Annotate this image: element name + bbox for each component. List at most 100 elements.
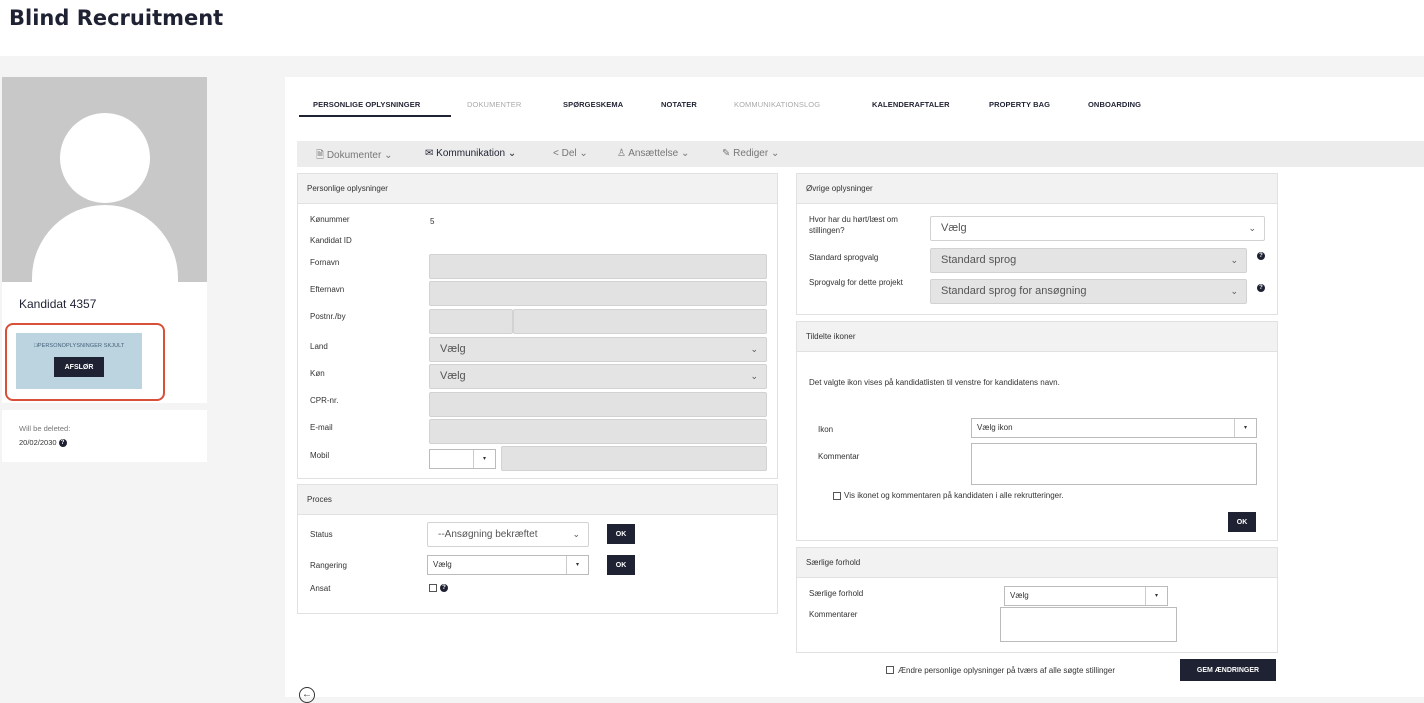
help-icon[interactable]: ? bbox=[1257, 252, 1265, 260]
share-menu[interactable]: < Del ⌄ bbox=[553, 148, 588, 159]
avatar-body bbox=[32, 205, 178, 282]
top-bar: Blind Recruitment bbox=[0, 0, 1424, 56]
main-panel: PERSONLIGE OPLYSNINGER DOKUMENTER SPØRGE… bbox=[285, 77, 1424, 703]
comments-label: Kommentarer bbox=[809, 610, 858, 619]
personal-info-panel: Personlige oplysninger Kønummer 5 Kandid… bbox=[297, 173, 778, 479]
avatar bbox=[2, 77, 207, 282]
status-ok-button[interactable]: OK bbox=[607, 524, 635, 544]
icons-ok-button[interactable]: OK bbox=[1228, 512, 1256, 532]
mobile-country-code-select[interactable]: ▾ bbox=[429, 449, 496, 469]
tab-property-bag[interactable]: PROPERTY BAG bbox=[989, 100, 1050, 109]
chevron-down-icon: ⌄ bbox=[579, 148, 588, 159]
email-field[interactable] bbox=[429, 419, 767, 444]
comment-label: Kommentar bbox=[818, 452, 860, 461]
firstname-label: Fornavn bbox=[310, 258, 340, 267]
city-field[interactable] bbox=[513, 309, 767, 334]
tab-notes[interactable]: NOTATER bbox=[661, 100, 697, 109]
chevron-down-icon: ⌄ bbox=[384, 150, 393, 161]
share-icon: < bbox=[553, 148, 559, 159]
save-changes-button[interactable]: GEM ÆNDRINGER bbox=[1180, 659, 1276, 681]
edit-menu[interactable]: ✎ Rediger ⌄ bbox=[722, 148, 779, 159]
change-all-label: Ændre personlige oplysninger på tværs af… bbox=[898, 666, 1115, 675]
page-title: Blind Recruitment bbox=[9, 6, 224, 30]
documents-menu[interactable]: 🗎 Dokumenter ⌄ bbox=[316, 148, 392, 165]
caret-down-icon: ▾ bbox=[473, 450, 495, 468]
caret-down-icon: ▾ bbox=[566, 556, 588, 574]
process-panel: Proces Status --Ansøgning bekræftet ⌄ OK … bbox=[297, 484, 778, 614]
chevron-down-icon: ⌄ bbox=[750, 371, 758, 381]
change-all-checkbox[interactable] bbox=[886, 666, 894, 674]
lastname-field[interactable] bbox=[429, 281, 767, 306]
queue-number-label: Kønummer bbox=[310, 215, 350, 224]
active-tab-indicator bbox=[299, 115, 451, 117]
chevron-down-icon: ⌄ bbox=[1248, 223, 1256, 233]
icons-description: Det valgte ikon vises på kandidatlisten … bbox=[809, 378, 1060, 387]
deletion-date: 20/02/2030 bbox=[19, 438, 57, 447]
icon-select[interactable]: Vælg ikon ▾ bbox=[971, 418, 1257, 438]
help-icon[interactable]: ? bbox=[1257, 284, 1265, 292]
chevron-down-icon: ⌄ bbox=[770, 148, 780, 159]
help-icon[interactable]: ? bbox=[58, 439, 67, 448]
edit-icon: ✎ bbox=[722, 148, 731, 159]
comments-textarea[interactable] bbox=[1000, 607, 1177, 642]
country-select[interactable]: Vælg ⌄ bbox=[429, 337, 767, 362]
ranking-label: Rangering bbox=[310, 561, 347, 570]
highlight-outline bbox=[5, 323, 165, 401]
special-conditions-select[interactable]: Vælg ▾ bbox=[1004, 586, 1168, 606]
chevron-down-icon: ⌄ bbox=[750, 344, 758, 354]
language-label: Standard sprogvalg bbox=[809, 253, 879, 262]
comment-textarea[interactable] bbox=[971, 443, 1257, 485]
ranking-ok-button[interactable]: OK bbox=[607, 555, 635, 575]
status-select[interactable]: --Ansøgning bekræftet ⌄ bbox=[427, 522, 589, 547]
chevron-down-icon: ⌄ bbox=[507, 148, 517, 159]
firstname-field[interactable] bbox=[429, 254, 767, 279]
panel-title: Personlige oplysninger bbox=[307, 184, 388, 193]
heard-select[interactable]: Vælg ⌄ bbox=[930, 216, 1265, 241]
project-language-select[interactable]: Standard sprog for ansøgning ⌄ bbox=[930, 279, 1247, 304]
special-conditions-panel: Særlige forhold Særlige forhold Vælg ▾ Ko… bbox=[796, 547, 1278, 653]
communication-menu[interactable]: ✉ Kommunikation ⌄ bbox=[425, 148, 516, 159]
tab-documents[interactable]: DOKUMENTER bbox=[467, 100, 521, 109]
special-conditions-label: Særlige forhold bbox=[809, 589, 864, 598]
toolbar: 🗎 Dokumenter ⌄ ✉ Kommunikation ⌄ < Del ⌄… bbox=[297, 141, 1424, 167]
show-all-checkbox[interactable] bbox=[833, 492, 841, 500]
employment-menu[interactable]: ♙ Ansættelse ⌄ bbox=[617, 148, 689, 159]
tab-communication-log[interactable]: KOMMUNIKATIONSLOG bbox=[734, 100, 820, 109]
tab-calendar[interactable]: KALENDERAFTALER bbox=[872, 100, 950, 109]
back-icon[interactable]: ← bbox=[299, 687, 315, 703]
email-label: E-mail bbox=[310, 423, 333, 432]
help-icon[interactable]: ? bbox=[440, 584, 448, 592]
tab-questionnaire[interactable]: SPØRGESKEMA bbox=[563, 100, 623, 109]
document-icon: 🗎 bbox=[316, 150, 325, 161]
mobile-field[interactable] bbox=[501, 446, 767, 471]
candidate-id-label: Kandidat ID bbox=[310, 236, 352, 245]
caret-down-icon: ▾ bbox=[1234, 419, 1256, 437]
language-select[interactable]: Standard sprog ⌄ bbox=[930, 248, 1247, 273]
status-label: Status bbox=[310, 530, 333, 539]
panel-title: Særlige forhold bbox=[806, 558, 861, 567]
show-all-label: Vis ikonet og kommentaren på kandidaten … bbox=[844, 491, 1064, 500]
other-info-panel: Øvrige oplysninger Hvor har du hørt/læst… bbox=[796, 173, 1278, 315]
deletion-card: Will be deleted: 20/02/2030 ? bbox=[2, 410, 207, 462]
tab-onboarding[interactable]: ONBOARDING bbox=[1088, 100, 1141, 109]
chevron-down-icon: ⌄ bbox=[1230, 255, 1238, 265]
ranking-select[interactable]: Vælg ▾ bbox=[427, 555, 589, 575]
mail-icon: ✉ bbox=[425, 148, 434, 159]
postal-code-field[interactable] bbox=[429, 309, 513, 334]
lastname-label: Efternavn bbox=[310, 285, 345, 294]
cpr-label: CPR-nr. bbox=[310, 396, 339, 405]
gender-select[interactable]: Vælg ⌄ bbox=[429, 364, 767, 389]
assigned-icons-panel: Tildelte ikoner Det valgte ikon vises på… bbox=[796, 321, 1278, 541]
chevron-down-icon: ⌄ bbox=[681, 148, 690, 159]
chevron-down-icon: ⌄ bbox=[572, 529, 580, 539]
candidate-name: Kandidat 4357 bbox=[19, 297, 97, 311]
panel-title: Proces bbox=[307, 495, 332, 504]
queue-number-value: 5 bbox=[430, 217, 435, 226]
cpr-field[interactable] bbox=[429, 392, 767, 417]
avatar-head bbox=[60, 113, 150, 203]
tab-personal[interactable]: PERSONLIGE OPLYSNINGER bbox=[313, 100, 420, 109]
hired-checkbox[interactable] bbox=[429, 584, 437, 592]
icon-label: Ikon bbox=[818, 425, 834, 434]
deletion-label: Will be deleted: bbox=[19, 424, 71, 433]
caret-down-icon: ▾ bbox=[1145, 587, 1167, 605]
